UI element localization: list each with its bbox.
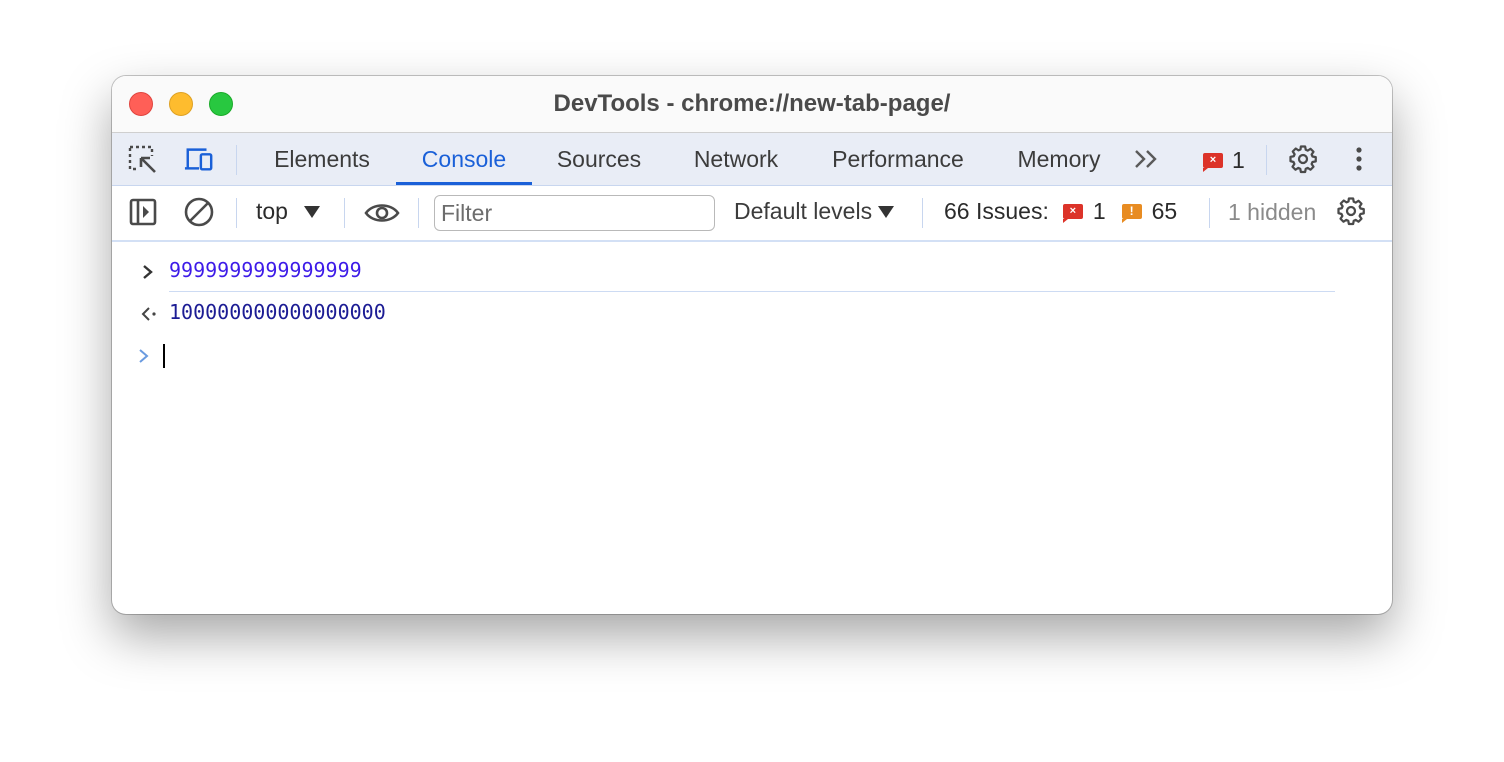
toolbar-divider — [236, 198, 237, 228]
inspect-element-button[interactable] — [128, 145, 158, 173]
error-badge-icon: × — [1062, 204, 1083, 223]
issues-warning-count: 65 — [1151, 198, 1178, 224]
tab-divider — [1266, 145, 1267, 175]
dropdown-arrow-icon — [878, 205, 895, 218]
text-caret — [163, 344, 165, 368]
toolbar-divider — [1209, 198, 1210, 228]
tab-sources[interactable]: Sources — [536, 133, 662, 185]
panel-tab-bar: Elements Console Sources Network Perform… — [112, 133, 1392, 186]
clear-console-button[interactable] — [184, 197, 214, 227]
eye-icon — [364, 204, 400, 222]
input-expression: 9999999999999999 — [169, 258, 362, 282]
console-toolbar: top Default levels 66 Issues: × 1 ! 65 1… — [112, 186, 1392, 242]
tab-memory[interactable]: Memory — [1000, 133, 1118, 185]
devtools-window: DevTools - chrome://new-tab-page/ Elemen… — [112, 76, 1392, 614]
console-output[interactable]: 9999999999999999 100000000000000000 — [112, 242, 1392, 612]
error-counter-button[interactable]: × 1 — [1203, 147, 1245, 174]
inspect-element-icon — [128, 145, 157, 173]
context-selector[interactable]: top — [256, 198, 320, 225]
tab-console[interactable]: Console — [396, 133, 532, 185]
show-sidebar-button[interactable] — [128, 198, 158, 226]
title-bar: DevTools - chrome://new-tab-page/ — [112, 76, 1392, 133]
log-levels-dropdown[interactable]: Default levels — [734, 198, 895, 225]
hidden-messages-count: 1 hidden — [1228, 199, 1317, 225]
customize-menu-button[interactable] — [1344, 145, 1374, 173]
device-toggle-icon — [184, 148, 213, 171]
toolbar-divider — [344, 198, 345, 228]
warning-badge-icon: ! — [1121, 204, 1142, 223]
error-count: 1 — [1232, 147, 1245, 173]
console-entry-result: 100000000000000000 — [112, 300, 1392, 328]
error-badge-icon: × — [1203, 153, 1223, 172]
issues-counter-button[interactable]: 66 Issues: × 1 ! 65 — [944, 198, 1177, 225]
tab-network[interactable]: Network — [674, 133, 798, 185]
issues-label: 66 Issues: — [944, 198, 1049, 224]
device-toolbar-button[interactable] — [184, 145, 214, 173]
toolbar-divider — [418, 198, 419, 228]
toolbar-divider — [922, 198, 923, 228]
console-entry-input: 9999999999999999 — [112, 258, 1392, 286]
settings-button[interactable] — [1288, 145, 1318, 174]
context-value: top — [256, 198, 288, 224]
issues-error-count: 1 — [1092, 198, 1106, 224]
live-expression-button[interactable] — [364, 199, 400, 227]
console-prompt[interactable] — [112, 342, 1392, 370]
filter-input[interactable] — [434, 195, 715, 231]
prompt-chevron-icon — [139, 349, 149, 363]
sidebar-toggle-icon — [129, 198, 157, 226]
input-chevron-icon — [143, 265, 153, 279]
tab-divider — [236, 145, 237, 175]
tab-performance[interactable]: Performance — [814, 133, 982, 185]
window-title: DevTools - chrome://new-tab-page/ — [553, 90, 951, 117]
result-arrow-icon — [141, 307, 156, 321]
kebab-menu-icon — [1356, 147, 1362, 171]
clear-icon — [184, 197, 214, 227]
result-value: 100000000000000000 — [169, 300, 386, 324]
chevrons-right-icon — [1135, 150, 1157, 168]
dropdown-arrow-icon — [303, 205, 320, 218]
tab-elements[interactable]: Elements — [256, 133, 388, 185]
more-tabs-button[interactable] — [1132, 145, 1162, 173]
console-settings-button[interactable] — [1336, 197, 1366, 226]
log-levels-label: Default levels — [734, 198, 873, 224]
entry-divider — [169, 291, 1335, 292]
gear-icon — [1289, 145, 1317, 174]
gear-icon — [1337, 197, 1365, 226]
